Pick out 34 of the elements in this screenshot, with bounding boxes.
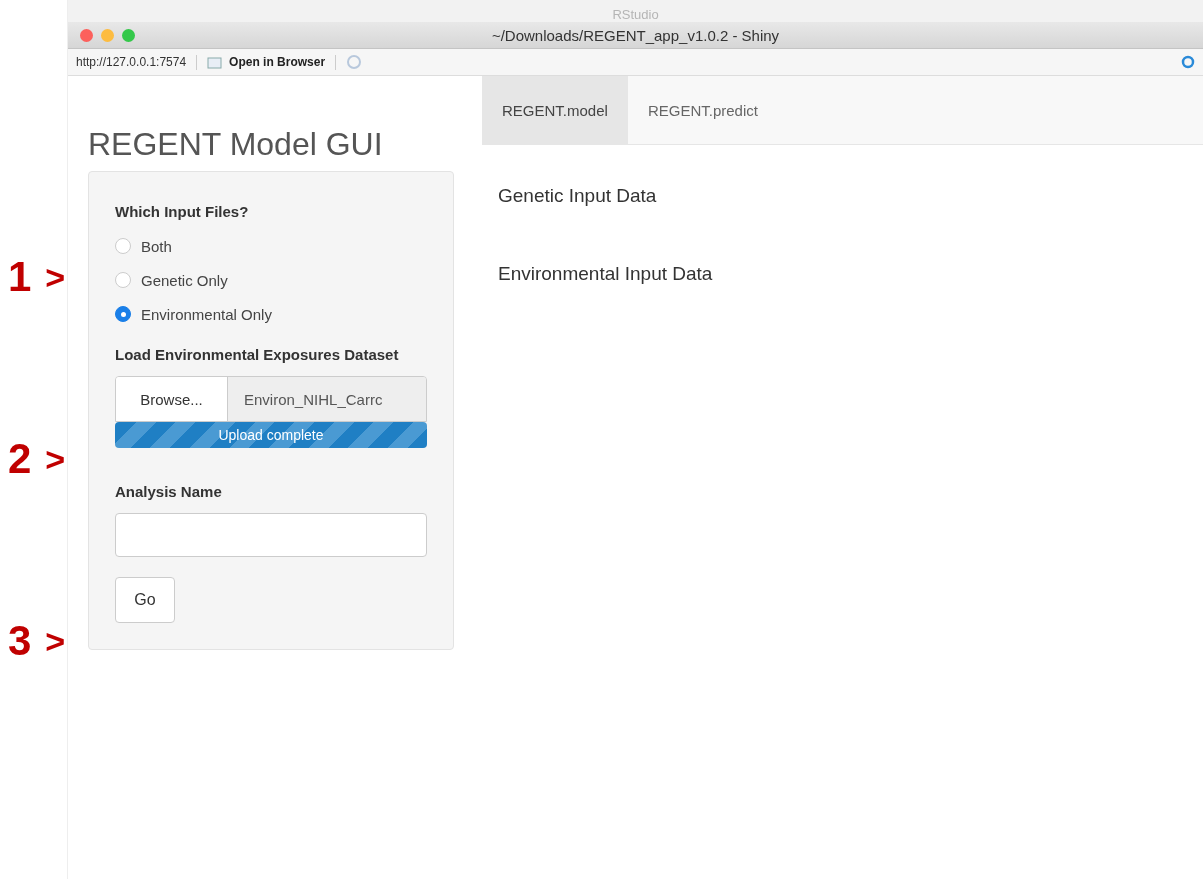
radio-button[interactable] (115, 272, 131, 288)
app-name: RStudio (612, 7, 659, 22)
zoom-button[interactable] (122, 29, 135, 42)
step-number: 1 (8, 256, 32, 298)
tab[interactable]: REGENT.predict (627, 76, 778, 144)
section-heading: Environmental Input Data (498, 263, 714, 285)
field-label: Which Input Files? (115, 202, 250, 222)
radio-option[interactable]: Environmental Only (115, 297, 427, 331)
field-label: Analysis Name (115, 482, 223, 502)
minimize-button[interactable] (101, 29, 114, 42)
file-name-field: Environ_NIHL_Carrc (228, 377, 426, 421)
file-field[interactable]: Browse... Environ_NIHL_Carrc (115, 376, 427, 422)
browse-button[interactable]: Browse... (116, 377, 228, 421)
step-number: 2 (8, 438, 32, 480)
radio-option[interactable]: Genetic Only (115, 263, 427, 297)
url-text: http://127.0.0.1:7574 (76, 55, 187, 69)
radio-option[interactable]: Both (115, 229, 427, 263)
go-button[interactable]: Go (115, 577, 175, 623)
window-title: ~/Downloads/REGENT_app_v1.0.2 - Shiny (490, 26, 781, 44)
open-in-browser-button[interactable]: Open in Browser (207, 55, 326, 69)
section-heading: Genetic Input Data (498, 185, 658, 207)
step-number: 3 (8, 620, 32, 662)
progress-text: Upload complete (217, 426, 325, 445)
pointer-mark: > (45, 260, 66, 294)
window-icon (207, 55, 224, 69)
pointer-mark: > (45, 624, 66, 658)
tab[interactable]: REGENT.model (482, 76, 628, 144)
close-button[interactable] (80, 29, 93, 42)
app-title: REGENT Model GUI (88, 126, 384, 163)
input-field[interactable] (115, 513, 427, 557)
pointer-mark: > (45, 442, 66, 476)
radio-button[interactable] (115, 238, 131, 254)
radio-button[interactable] (115, 306, 131, 322)
field-label: Load Environmental Exposures Dataset (115, 345, 400, 365)
